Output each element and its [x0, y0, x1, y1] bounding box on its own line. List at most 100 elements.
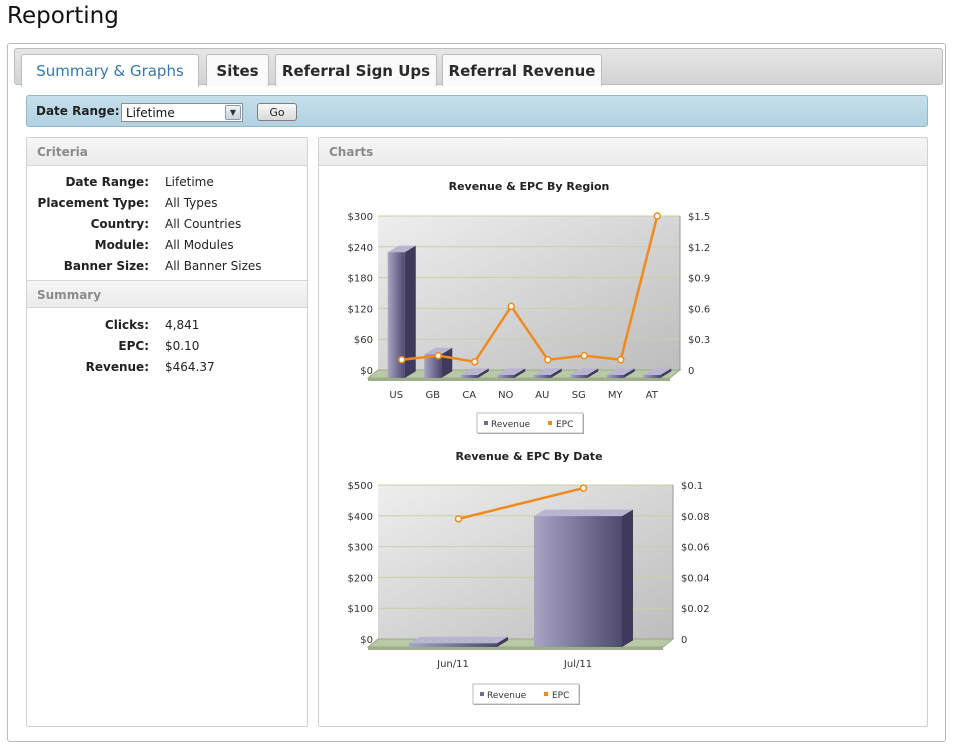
summary-row: Clicks: 4,841: [27, 318, 317, 334]
bar-top: [534, 509, 633, 517]
y-right-tick-label: $0.04: [681, 573, 710, 584]
y-right-tick-label: $0.08: [681, 512, 710, 523]
chart-floor-edge: [368, 378, 670, 381]
criteria-label: Module:: [94, 238, 149, 252]
y-left-tick-label: $300: [348, 543, 373, 554]
criteria-row: Date Range: Lifetime: [27, 175, 317, 191]
revenue-bar: [606, 375, 624, 378]
x-tick-label: Jul/11: [563, 659, 592, 670]
criteria-panel: Criteria Date Range: Lifetime Placement …: [26, 137, 308, 727]
y-left-tick-label: $400: [348, 512, 373, 523]
legend-revenue-label: Revenue: [491, 420, 531, 430]
revenue-bar: [460, 375, 478, 378]
criteria-value: All Modules: [165, 238, 234, 252]
y-left-tick-label: $240: [348, 243, 373, 254]
criteria-label: Country:: [90, 217, 149, 231]
summary-row: Revenue: $464.37: [27, 360, 317, 376]
legend-epc-swatch: [544, 692, 548, 696]
legend-revenue-swatch: [480, 692, 484, 696]
summary-label: EPC:: [118, 339, 149, 353]
page-title: Reporting: [7, 3, 119, 29]
summary-label: Revenue:: [85, 360, 149, 374]
x-tick-label: AT: [646, 390, 659, 401]
criteria-label: Date Range:: [65, 175, 149, 189]
y-right-tick-label: $1.2: [688, 243, 710, 254]
x-tick-label: SG: [572, 390, 586, 401]
legend-epc-swatch: [548, 421, 552, 425]
y-right-tick-label: $0.06: [681, 543, 710, 554]
criteria-value: All Types: [165, 196, 218, 210]
epc-point: [434, 351, 442, 360]
y-right-tick-label: 0: [688, 366, 694, 377]
criteria-label: Placement Type:: [37, 196, 149, 210]
criteria-value: All Countries: [165, 217, 242, 231]
date-range-select[interactable]: Lifetime ▼: [121, 103, 243, 122]
criteria-row: Placement Type: All Types: [27, 196, 317, 212]
y-right-tick-label: $0.02: [681, 604, 710, 615]
x-tick-label: AU: [535, 390, 549, 401]
criteria-list: Date Range: Lifetime Placement Type: All…: [27, 138, 307, 278]
date-range-label: Date Range:: [36, 104, 120, 118]
chart-floor-edge: [368, 647, 663, 650]
summary-label: Clicks:: [104, 318, 149, 332]
epc-point: [471, 358, 479, 366]
y-left-tick-label: $500: [348, 481, 373, 492]
epc-point: [454, 515, 463, 523]
criteria-row: Country: All Countries: [27, 217, 317, 233]
criteria-row: Module: All Modules: [27, 238, 317, 254]
y-right-tick-label: $0.9: [688, 274, 710, 285]
epc-point: [579, 484, 588, 492]
revenue-bar: [533, 375, 551, 378]
plot-area: [378, 216, 680, 370]
y-right-tick-label: $0.3: [688, 335, 710, 346]
criteria-value: Lifetime: [165, 175, 214, 189]
criteria-value: All Banner Sizes: [165, 259, 262, 273]
bar-side: [622, 509, 633, 647]
charts-panel: Charts Revenue & EPC By Region $0 0 $60 $0.…: [318, 137, 928, 727]
legend-revenue-label: Revenue: [487, 691, 527, 701]
bar-top: [409, 636, 508, 644]
y-left-tick-label: $100: [348, 604, 373, 615]
chevron-down-icon[interactable]: ▼: [225, 105, 241, 120]
summary-row: EPC: $0.10: [27, 339, 317, 355]
criteria-label: Banner Size:: [63, 259, 149, 273]
reporting-container: Summary & Graphs Sites Referral Sign Ups…: [7, 43, 946, 742]
y-left-tick-label: $300: [348, 212, 373, 223]
x-tick-label: Jun/11: [436, 659, 469, 670]
tab-referral-revenue[interactable]: Referral Revenue: [442, 54, 602, 86]
date-range-bar: Date Range: Lifetime ▼ Go: [26, 95, 928, 127]
legend-epc-label: EPC: [552, 691, 569, 701]
summary-value: $0.10: [165, 339, 200, 353]
x-tick-label: CA: [462, 390, 476, 401]
x-tick-label: GB: [425, 390, 440, 401]
summary-heading: Summary: [27, 280, 307, 308]
charts-heading: Charts: [319, 138, 927, 166]
tab-summary-graphs[interactable]: Summary & Graphs: [21, 54, 199, 87]
y-left-tick-label: $180: [348, 274, 373, 285]
epc-point: [580, 351, 588, 360]
epc-point: [617, 355, 625, 364]
x-tick-label: MY: [608, 390, 624, 401]
x-tick-label: US: [389, 390, 403, 401]
revenue-bar: [643, 375, 661, 378]
tab-sites[interactable]: Sites: [206, 54, 269, 86]
revenue-bar: [409, 643, 497, 647]
epc-point: [507, 302, 515, 311]
chart-region: Revenue & EPC By Region $0 0 $60 $0.3 $120 $0…: [330, 172, 728, 444]
y-right-tick-label: 0: [681, 635, 687, 646]
y-left-tick-label: $60: [354, 335, 373, 346]
criteria-row: Banner Size: All Banner Sizes: [27, 259, 317, 275]
revenue-bar: [570, 375, 588, 378]
revenue-epc-by-date-chart: $0 0 $100 $0.02 $200 $0.04 $300 $0.06 $400 $0.08 $…: [348, 481, 710, 705]
epc-point: [544, 355, 552, 364]
date-range-selected-value: Lifetime: [126, 106, 175, 120]
x-tick-label: NO: [498, 390, 513, 401]
go-button[interactable]: Go: [257, 103, 297, 121]
tab-referral-sign-ups[interactable]: Referral Sign Ups: [275, 54, 437, 86]
y-left-tick-label: $0: [360, 366, 373, 377]
tab-bar: Summary & Graphs Sites Referral Sign Ups…: [14, 48, 943, 87]
summary-value: 4,841: [165, 318, 200, 332]
revenue-bar: [497, 375, 515, 378]
epc-point: [398, 355, 406, 364]
y-right-tick-label: $0.6: [688, 304, 710, 315]
